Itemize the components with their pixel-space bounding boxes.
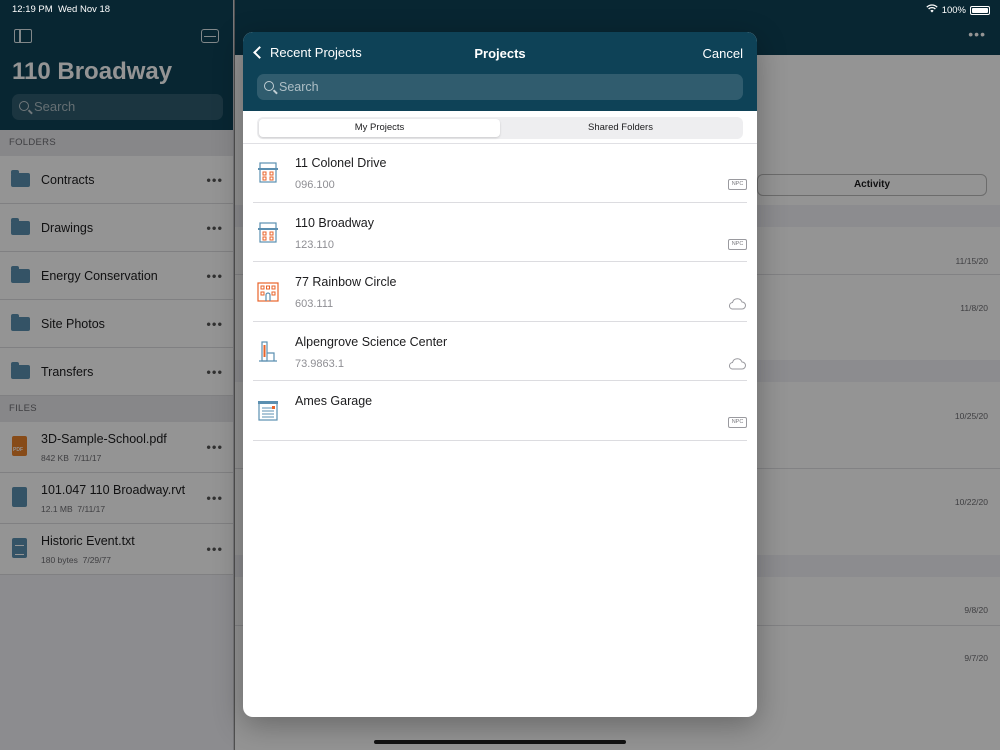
- status-right: 100%: [926, 4, 990, 16]
- project-name: 110 Broadway: [295, 215, 374, 230]
- chevron-left-icon: [253, 46, 266, 59]
- tab-shared-folders[interactable]: Shared Folders: [500, 119, 741, 137]
- project-row[interactable]: 11 Colonel Drive 096.100 NPC: [253, 143, 747, 203]
- project-name: Ames Garage: [295, 394, 373, 409]
- recent-projects-back-button[interactable]: Recent Projects: [252, 45, 362, 60]
- project-search-input[interactable]: [279, 74, 729, 100]
- project-number: 123.110: [295, 238, 334, 251]
- npc-badge: NPC: [728, 417, 747, 429]
- garage-icon: [256, 398, 280, 422]
- cancel-button[interactable]: Cancel: [703, 46, 743, 61]
- search-icon: [264, 81, 274, 91]
- building-icon: [256, 160, 280, 184]
- status-time: 12:19 PM Wed Nov 18: [12, 4, 111, 15]
- tab-my-projects[interactable]: My Projects: [259, 119, 500, 137]
- cloud-icon: [727, 357, 747, 371]
- home-indicator[interactable]: [374, 740, 626, 744]
- project-row[interactable]: 77 Rainbow Circle 603.111: [253, 262, 747, 322]
- projects-segmented-control: My Projects Shared Folders: [257, 117, 743, 139]
- cloud-icon: [727, 297, 747, 311]
- tower-icon: [256, 339, 280, 363]
- battery-icon: [970, 5, 990, 15]
- status-bar: 12:19 PM Wed Nov 18 100%: [0, 0, 1000, 20]
- modal-header: Recent Projects Projects Cancel: [243, 32, 757, 111]
- project-name: 11 Colonel Drive: [295, 156, 387, 170]
- project-row[interactable]: Ames Garage NPC: [253, 381, 747, 441]
- modal-search-field: [257, 74, 743, 100]
- building-icon: [256, 220, 280, 244]
- project-number: 73.9863.1: [295, 357, 344, 370]
- project-name: 77 Rainbow Circle: [295, 275, 397, 290]
- project-row[interactable]: 110 Broadway 123.110 NPC: [253, 203, 747, 263]
- project-row[interactable]: Alpengrove Science Center 73.9863.1: [253, 322, 747, 382]
- battery-percent: 100%: [941, 4, 966, 16]
- npc-badge: NPC: [728, 238, 747, 250]
- wifi-icon: [926, 4, 938, 16]
- house-icon: [256, 279, 280, 303]
- project-number: 603.111: [295, 298, 334, 311]
- projects-modal: Recent Projects Projects Cancel My Proje…: [243, 32, 757, 717]
- npc-badge: NPC: [728, 179, 747, 190]
- project-name: Alpengrove Science Center: [295, 334, 448, 349]
- project-number: 096.100: [295, 179, 335, 191]
- back-button-label: Recent Projects: [270, 45, 362, 60]
- project-list: 11 Colonel Drive 096.100 NPC 110 Broadway 12…: [253, 143, 747, 441]
